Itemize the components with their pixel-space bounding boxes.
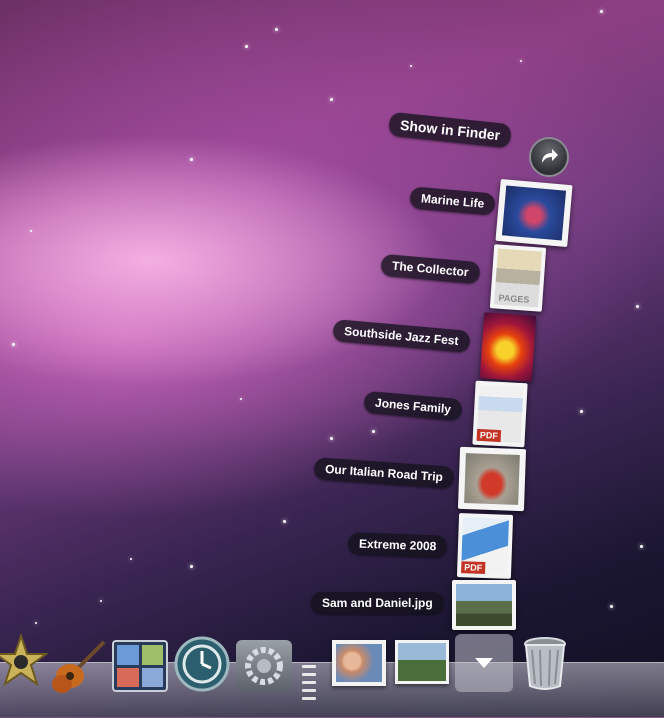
show-in-finder-label[interactable]: Show in Finder [388,111,513,149]
stack-item-label-marine-life[interactable]: Marine Life [409,186,497,216]
stack-item-label-extreme-2008[interactable]: Extreme 2008 [347,532,448,558]
stack-item-the-collector-thumb[interactable]: PAGES [489,244,547,312]
spaces-icon[interactable] [112,640,168,692]
stack-item-marine-life-thumb[interactable] [495,178,573,248]
trash-icon[interactable] [522,636,568,692]
pdf-badge-icon: PDF [461,561,486,575]
photos-stack-icon[interactable] [332,640,386,686]
garageband-guitar-icon[interactable] [48,638,108,696]
show-in-finder-button[interactable] [529,137,569,177]
stack-item-label-the-collector[interactable]: The Collector [380,253,481,285]
dock-divider [300,660,318,710]
stack-item-southside-jazz-fest-thumb[interactable] [479,312,537,382]
downloads-stack-icon[interactable] [455,634,513,692]
pages-badge-icon: PAGES [498,292,530,305]
stack-fan: Show in Finder Marine Life The Collector… [0,0,664,717]
stack-item-label-our-italian-road-trip[interactable]: Our Italian Road Trip [313,457,455,489]
system-preferences-icon[interactable] [236,640,292,692]
stack-item-label-jones-family[interactable]: Jones Family [363,390,463,422]
pdf-badge-icon: PDF [476,428,502,443]
photo-stack-icon[interactable] [395,640,449,684]
road-trip-image [464,453,520,505]
imovie-star-icon[interactable] [0,632,50,690]
time-machine-icon[interactable] [174,636,230,692]
stack-item-label-southside-jazz-fest[interactable]: Southside Jazz Fest [332,319,471,353]
curved-arrow-icon [542,149,558,163]
stack-item-our-italian-road-trip-thumb[interactable] [457,446,527,512]
stack-item-sam-and-daniel-thumb[interactable] [452,580,516,630]
stack-item-extreme-2008-thumb[interactable]: PDF [456,513,514,579]
sam-and-daniel-image [456,584,512,626]
marine-life-image [501,185,567,241]
stack-item-label-sam-and-daniel[interactable]: Sam and Daniel.jpg [311,592,444,614]
chevron-down-icon [475,658,493,668]
stack-item-jones-family-thumb[interactable]: PDF [472,380,528,448]
